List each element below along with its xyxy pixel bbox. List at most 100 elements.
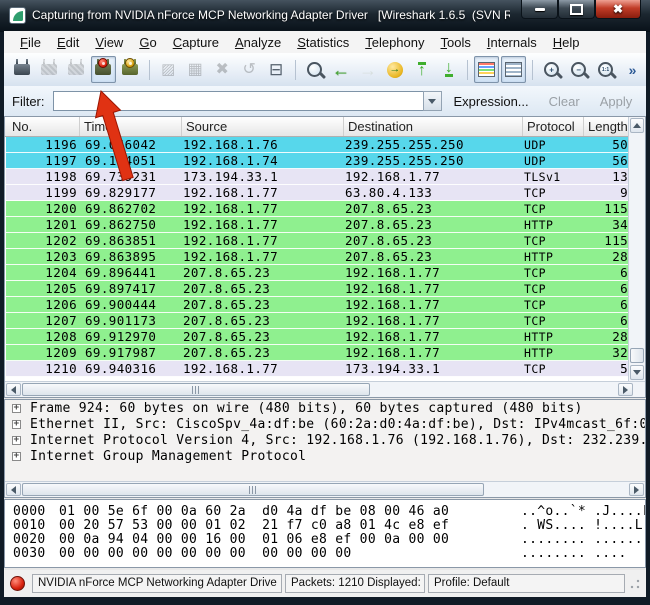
expand-icon[interactable]: + [12,404,21,413]
menu-analyze[interactable]: Analyze [227,33,289,52]
hex-dump-pane[interactable]: 000001 00 5e 6f 00 0a 60 2a d0 4a df be … [4,499,646,568]
scroll-right-button[interactable] [618,383,633,396]
cell-source: 173.194.33.1 [179,169,341,184]
scroll-left-button[interactable] [6,383,21,396]
expand-icon[interactable]: + [12,436,21,445]
statusbar-profile[interactable]: Profile: Default [428,574,625,593]
hex-row[interactable]: 001000 20 57 53 00 00 01 02 21 f7 c0 a8 … [13,518,645,532]
go-to-top-button[interactable]: ↑ [409,56,434,83]
menu-file[interactable]: File [12,33,49,52]
filter-label: Filter: [12,94,45,109]
filter-dropdown-button[interactable] [423,91,442,111]
scroll-left-button[interactable] [6,483,21,496]
menu-capture[interactable]: Capture [165,33,227,52]
horizontal-scroll-thumb[interactable] [22,383,370,396]
packet-row[interactable]: 119869.739231173.194.33.1192.168.1.77TLS… [6,169,644,185]
save-file-button[interactable]: ▦ [183,56,208,83]
packet-list-vertical-scrollbar[interactable] [628,117,645,381]
packet-row[interactable]: 120269.863851192.168.1.77207.8.65.23TCP1… [6,233,644,249]
menu-help[interactable]: Help [545,33,588,52]
packet-row[interactable]: 119769.134051192.168.1.74239.255.255.250… [6,153,644,169]
menu-telephony[interactable]: Telephony [357,33,432,52]
print-button[interactable]: ⊟ [264,56,289,83]
column-header-no[interactable]: No. [5,117,80,136]
detail-row[interactable]: +Ethernet II, Src: CiscoSpv_4a:df:be (60… [5,416,645,432]
packet-row[interactable]: 120669.900444207.8.65.23192.168.1.77TCP6… [6,297,644,313]
capture-options-button[interactable] [37,56,62,83]
column-header-length[interactable]: Length [584,117,628,136]
go-to-packet-button[interactable]: → [382,56,407,83]
packet-row[interactable]: 121069.940316192.168.1.77173.194.33.1TCP… [6,361,644,377]
zoom-reset-button[interactable]: 1:1 [593,56,618,83]
go-to-bottom-button[interactable]: ↓ [436,56,461,83]
scroll-up-button[interactable] [630,118,644,133]
overflow-button[interactable]: » [620,56,645,83]
reload-button[interactable]: ↺ [237,56,262,83]
column-header-destination[interactable]: Destination [344,117,523,136]
go-back-icon: ← [332,61,350,79]
detail-row[interactable]: +Frame 924: 60 bytes on wire (480 bits),… [5,400,645,416]
cell-no: 1197 [6,153,77,168]
minimize-button[interactable] [521,0,558,19]
vertical-scroll-thumb[interactable] [630,348,644,363]
packet-row[interactable]: 120169.862750192.168.1.77207.8.65.23HTTP… [6,217,644,233]
menu-tools[interactable]: Tools [433,33,479,52]
open-file-button[interactable]: ▨ [156,56,181,83]
go-back-button[interactable]: ← [329,56,354,83]
expand-icon[interactable]: + [12,452,21,461]
column-header-source[interactable]: Source [182,117,344,136]
cell-source: 192.168.1.76 [179,137,341,152]
packet-details-pane: +Frame 924: 60 bytes on wire (480 bits),… [4,399,646,498]
packet-row[interactable]: 120769.901173207.8.65.23192.168.1.77TCP6… [6,313,644,329]
find-button[interactable] [302,56,327,83]
packet-row[interactable]: 120969.917987207.8.65.23192.168.1.77HTTP… [6,345,644,361]
detail-row[interactable]: +Internet Group Management Protocol [5,448,645,464]
packet-row[interactable]: 120469.896441207.8.65.23192.168.1.77TCP6… [6,265,644,281]
menu-internals[interactable]: Internals [479,33,545,52]
zoom-in-button[interactable]: + [539,56,564,83]
packet-list-horizontal-scrollbar[interactable] [5,381,645,397]
colorize-button[interactable] [474,56,499,83]
column-header-time[interactable]: Time [80,117,182,136]
column-header-protocol[interactable]: Protocol [523,117,584,136]
filter-input[interactable] [53,91,423,111]
menu-edit[interactable]: Edit [49,33,87,52]
hex-offset: 0020 [13,532,59,546]
hex-row[interactable]: 000001 00 5e 6f 00 0a 60 2a d0 4a df be … [13,504,645,518]
close-file-button[interactable]: ✖ [210,56,235,83]
list-interfaces-button[interactable] [10,56,35,83]
go-forward-button[interactable]: → [355,56,380,83]
packet-row[interactable]: 120069.862702192.168.1.77207.8.65.23TCP1… [6,201,644,217]
scroll-right-button[interactable] [629,483,644,496]
apply-button[interactable]: Apply [600,94,633,109]
packet-row[interactable]: 120869.912970207.8.65.23192.168.1.77HTTP… [6,329,644,345]
stop-capture-button[interactable] [91,56,116,83]
overflow-icon: » [629,63,637,77]
cell-no: 1206 [6,297,77,312]
scroll-down-button[interactable] [630,365,644,380]
packet-row[interactable]: 120569.897417207.8.65.23192.168.1.77TCP6… [6,281,644,297]
expression-button[interactable]: Expression... [454,94,529,109]
close-button[interactable]: ✖ [595,0,641,19]
wireshark-window: { "window": { "title": "Capturing from N… [0,0,650,605]
horizontal-scroll-thumb[interactable] [22,483,484,496]
detail-row[interactable]: +Internet Protocol Version 4, Src: 192.1… [5,432,645,448]
hex-row[interactable]: 003000 00 00 00 00 00 00 00 00 00 00 00.… [13,546,645,560]
expand-icon[interactable]: + [12,420,21,429]
resize-grip-icon[interactable] [630,579,640,589]
zoom-out-button[interactable]: − [566,56,591,83]
menu-view[interactable]: View [87,33,131,52]
hex-row[interactable]: 002000 0a 94 04 00 00 16 00 01 06 e8 ef … [13,532,645,546]
maximize-button[interactable] [558,0,595,19]
packet-row[interactable]: 119669.066042192.168.1.76239.255.255.250… [6,137,644,153]
start-capture-button[interactable] [64,56,89,83]
restart-capture-button[interactable] [118,56,143,83]
clear-button[interactable]: Clear [549,94,580,109]
menu-go[interactable]: Go [131,33,164,52]
expert-info-icon[interactable] [10,576,25,591]
details-horizontal-scrollbar[interactable] [5,481,645,497]
packet-row[interactable]: 120369.863895192.168.1.77207.8.65.23HTTP… [6,249,644,265]
packet-row[interactable]: 119969.829177192.168.1.7763.80.4.133TCP9… [6,185,644,201]
auto-scroll-button[interactable] [501,56,526,83]
menu-statistics[interactable]: Statistics [289,33,357,52]
